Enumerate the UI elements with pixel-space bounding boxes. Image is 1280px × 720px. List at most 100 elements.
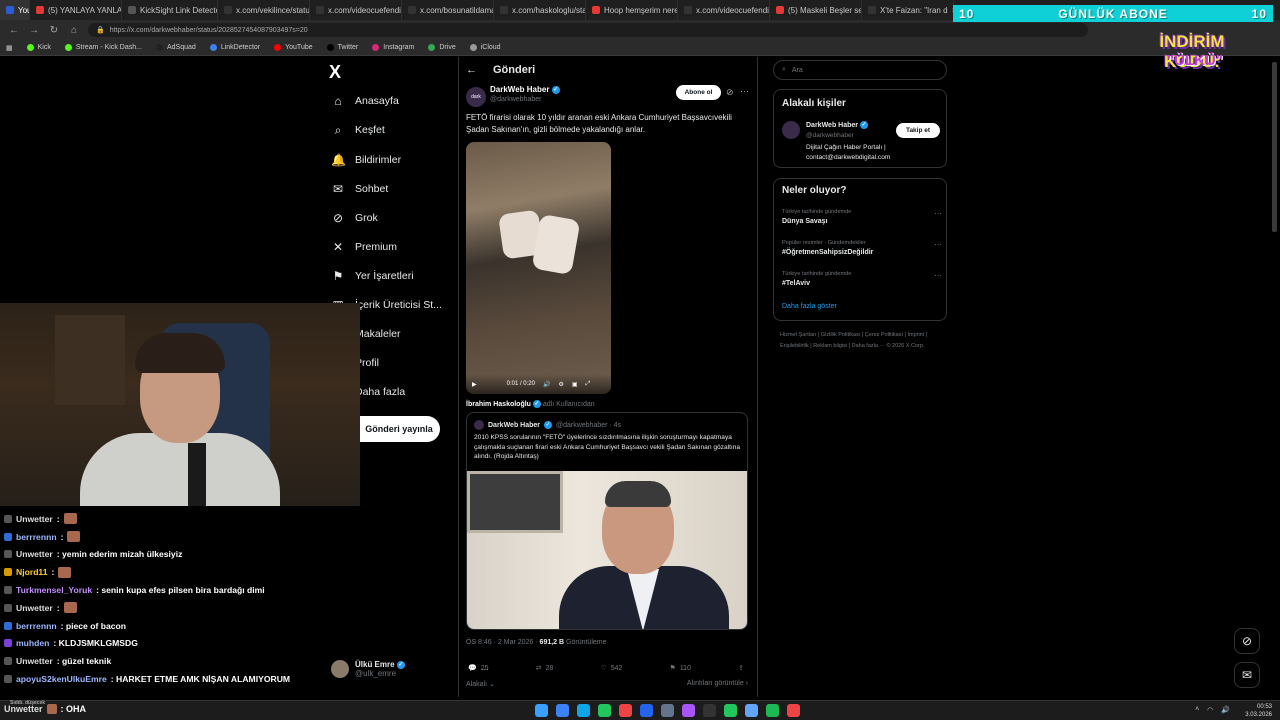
video-player[interactable]: ▶ 0:01 / 0:20 🔊 ⚙ ▣ ⤢	[466, 142, 611, 394]
bookmark-item[interactable]: Stream - Kick Dash...	[64, 44, 142, 51]
related-name[interactable]: DarkWeb Haber ✓	[806, 121, 868, 129]
taskbar-app-icon[interactable]	[556, 704, 569, 717]
quoted-photo[interactable]	[467, 471, 747, 629]
scrollbar[interactable]	[1272, 62, 1277, 232]
browser-tab[interactable]: YouTube×	[0, 0, 30, 20]
windows-start-icon[interactable]	[535, 704, 548, 717]
repost-button[interactable]: ⇄ 28	[536, 664, 554, 672]
bookmark-item[interactable]: YouTube	[274, 44, 313, 51]
taskbar-app-icon[interactable]	[703, 704, 716, 717]
author-name[interactable]: DarkWeb Haber ✓	[490, 85, 560, 94]
reload-icon[interactable]: ↻	[48, 25, 60, 36]
nav-item-2[interactable]: 🔔 Bildirimler	[331, 153, 401, 167]
browser-tab[interactable]: x.com/haskologlu/statu×	[494, 0, 586, 20]
trend-item[interactable]: Popüler resimler · Gündemdekiler #Öğretme…	[782, 240, 942, 256]
quote-source[interactable]: İbrahim Haskoloğlu ✓ adlı Kullanıcıdan	[466, 400, 595, 408]
messages-fab-icon[interactable]: ✉	[1234, 662, 1260, 688]
nav-item-3[interactable]: ✉ Sohbet	[331, 182, 388, 196]
grok-icon[interactable]: ⊘	[726, 87, 734, 98]
browser-tab[interactable]: x.com/videocuefendi/sta×	[678, 0, 770, 20]
nav-item-6[interactable]: ⚑ Yer İşaretleri	[331, 269, 414, 283]
browser-tab[interactable]: (5) Maskeli Beşler sen na×	[770, 0, 862, 20]
bookmark-item[interactable]: Kick	[26, 44, 51, 51]
chat-badge-icon	[4, 657, 12, 666]
author-avatar[interactable]: dark	[466, 87, 486, 107]
settings-icon[interactable]: ⚙	[558, 381, 563, 388]
share-button[interactable]: ⇪	[738, 664, 748, 672]
trend-item[interactable]: Türkiye tarihinde gündemde #TelAviv ⋯	[782, 271, 942, 287]
bottom-chat-message: Sıddı. düşecek Unwetter : OHA	[4, 700, 86, 714]
bookmark-item[interactable]: iCloud	[469, 44, 501, 51]
bookmark-item[interactable]: LinkDetector	[209, 44, 260, 51]
avatar[interactable]	[782, 121, 800, 139]
trend-item[interactable]: Türkiye tarihinde gündemde Dünya Savaşı ⋯	[782, 209, 942, 225]
footer-links[interactable]: Hizmet Şartları | Gizlilik Politikası | …	[780, 330, 950, 352]
browser-tab[interactable]: Hoop hemşerim nereye×	[586, 0, 678, 20]
taskbar-app-icon[interactable]	[724, 704, 737, 717]
taskbar-app-icon[interactable]	[577, 704, 590, 717]
bookmark-item[interactable]: AdSquad	[156, 44, 196, 51]
pip-icon[interactable]: ▣	[572, 381, 578, 388]
taskbar-app-icon[interactable]	[745, 704, 758, 717]
back-arrow-icon[interactable]: ←	[466, 64, 477, 76]
bookmark-item[interactable]: Drive	[428, 44, 456, 51]
apps-icon[interactable]: ▦	[6, 44, 13, 52]
browser-tab[interactable]: x.com/videocuefendi/sta×	[310, 0, 402, 20]
author-handle[interactable]: @darkwebhaber	[490, 96, 541, 103]
volume-icon[interactable]: 🔊	[1221, 706, 1230, 714]
volume-icon[interactable]: 🔊	[543, 381, 550, 388]
more-icon[interactable]: ⋯	[934, 240, 942, 249]
nav-item-4[interactable]: ⊘ Grok	[331, 211, 378, 225]
browser-tab[interactable]: X'te Faizan: "Iran d×	[862, 0, 954, 20]
chat-badge-icon	[4, 621, 12, 630]
view-quotes-link[interactable]: Alıntıları görüntüle ›	[687, 680, 748, 688]
taskbar-app-icon[interactable]	[766, 704, 779, 717]
x-logo[interactable]: X	[329, 62, 341, 83]
browser-tab[interactable]: (5) YANLAYA YANLAYA |×	[30, 0, 122, 20]
quoted-post[interactable]: DarkWeb Haber ✓ @darkwebhaber · 4s 2010 …	[466, 412, 748, 630]
browser-tab[interactable]: x.com/bosunatildama/sta×	[402, 0, 494, 20]
chevron-up-icon[interactable]: ˄	[1195, 706, 1199, 714]
taskbar-app-icon[interactable]	[598, 704, 611, 717]
taskbar-app-icon[interactable]	[640, 704, 653, 717]
reply-button[interactable]: 💬 25	[468, 664, 489, 672]
chat-icon: ✉	[332, 182, 344, 196]
follow-button[interactable]: Takip et	[896, 123, 940, 138]
trend-context: Türkiye tarihinde gündemde	[782, 271, 852, 277]
show-more-link[interactable]: Daha fazla göster	[782, 303, 837, 310]
forward-icon[interactable]: →	[28, 25, 40, 36]
browser-tab[interactable]: KickSight Link Detector×	[122, 0, 218, 20]
search-placeholder: Ara	[791, 66, 803, 74]
bookmark-button[interactable]: ⚑ 110	[670, 664, 691, 672]
post-button[interactable]: Gönderi yayınla	[358, 416, 440, 442]
bell-icon: 🔔	[331, 153, 346, 167]
nav-item-1[interactable]: ⌕ Keşfet	[331, 123, 385, 137]
like-button[interactable]: ♡ 542	[600, 664, 622, 672]
home-icon[interactable]: ⌂	[68, 25, 80, 36]
nav-item-0[interactable]: ⌂ Anasayfa	[331, 94, 398, 108]
more-icon[interactable]: ⋯	[934, 271, 942, 280]
more-icon[interactable]: ⋯	[740, 86, 749, 97]
bookmark-item[interactable]: Instagram	[372, 44, 414, 51]
wifi-icon[interactable]: ◠	[1207, 706, 1213, 714]
system-tray: ˄ ◠ 🔊	[1195, 706, 1230, 714]
back-icon[interactable]: ←	[8, 25, 20, 36]
taskbar-app-icon[interactable]	[787, 704, 800, 717]
fullscreen-icon[interactable]: ⤢	[586, 381, 591, 388]
taskbar-clock[interactable]: 00:53 3.03.2026	[1245, 703, 1272, 719]
post-meta: ÖS 8:46 · 2 Mar 2026 · 691,2 B Görüntüle…	[466, 639, 607, 646]
search-input[interactable]: ⌕ Ara	[773, 60, 947, 80]
nav-item-5[interactable]: ✕ Premium	[331, 240, 397, 254]
grok-fab-icon[interactable]: ⊘	[1234, 628, 1260, 654]
taskbar-app-icon[interactable]	[682, 704, 695, 717]
bookmark-item[interactable]: Twitter	[326, 44, 358, 51]
subscribe-button[interactable]: Abone ol	[676, 85, 721, 100]
more-icon[interactable]: ⋯	[934, 209, 942, 218]
browser-tab[interactable]: x.com/vekilince/status/2(×	[218, 0, 310, 20]
url-field[interactable]: 🔒 https://x.com/darkwebhaber/status/2028…	[88, 23, 1088, 37]
reply-sort[interactable]: Alakalı ⌄	[466, 680, 495, 688]
play-icon[interactable]: ▶	[472, 381, 477, 388]
microphone	[188, 443, 206, 506]
taskbar-app-icon[interactable]	[661, 704, 674, 717]
taskbar-app-icon[interactable]	[619, 704, 632, 717]
